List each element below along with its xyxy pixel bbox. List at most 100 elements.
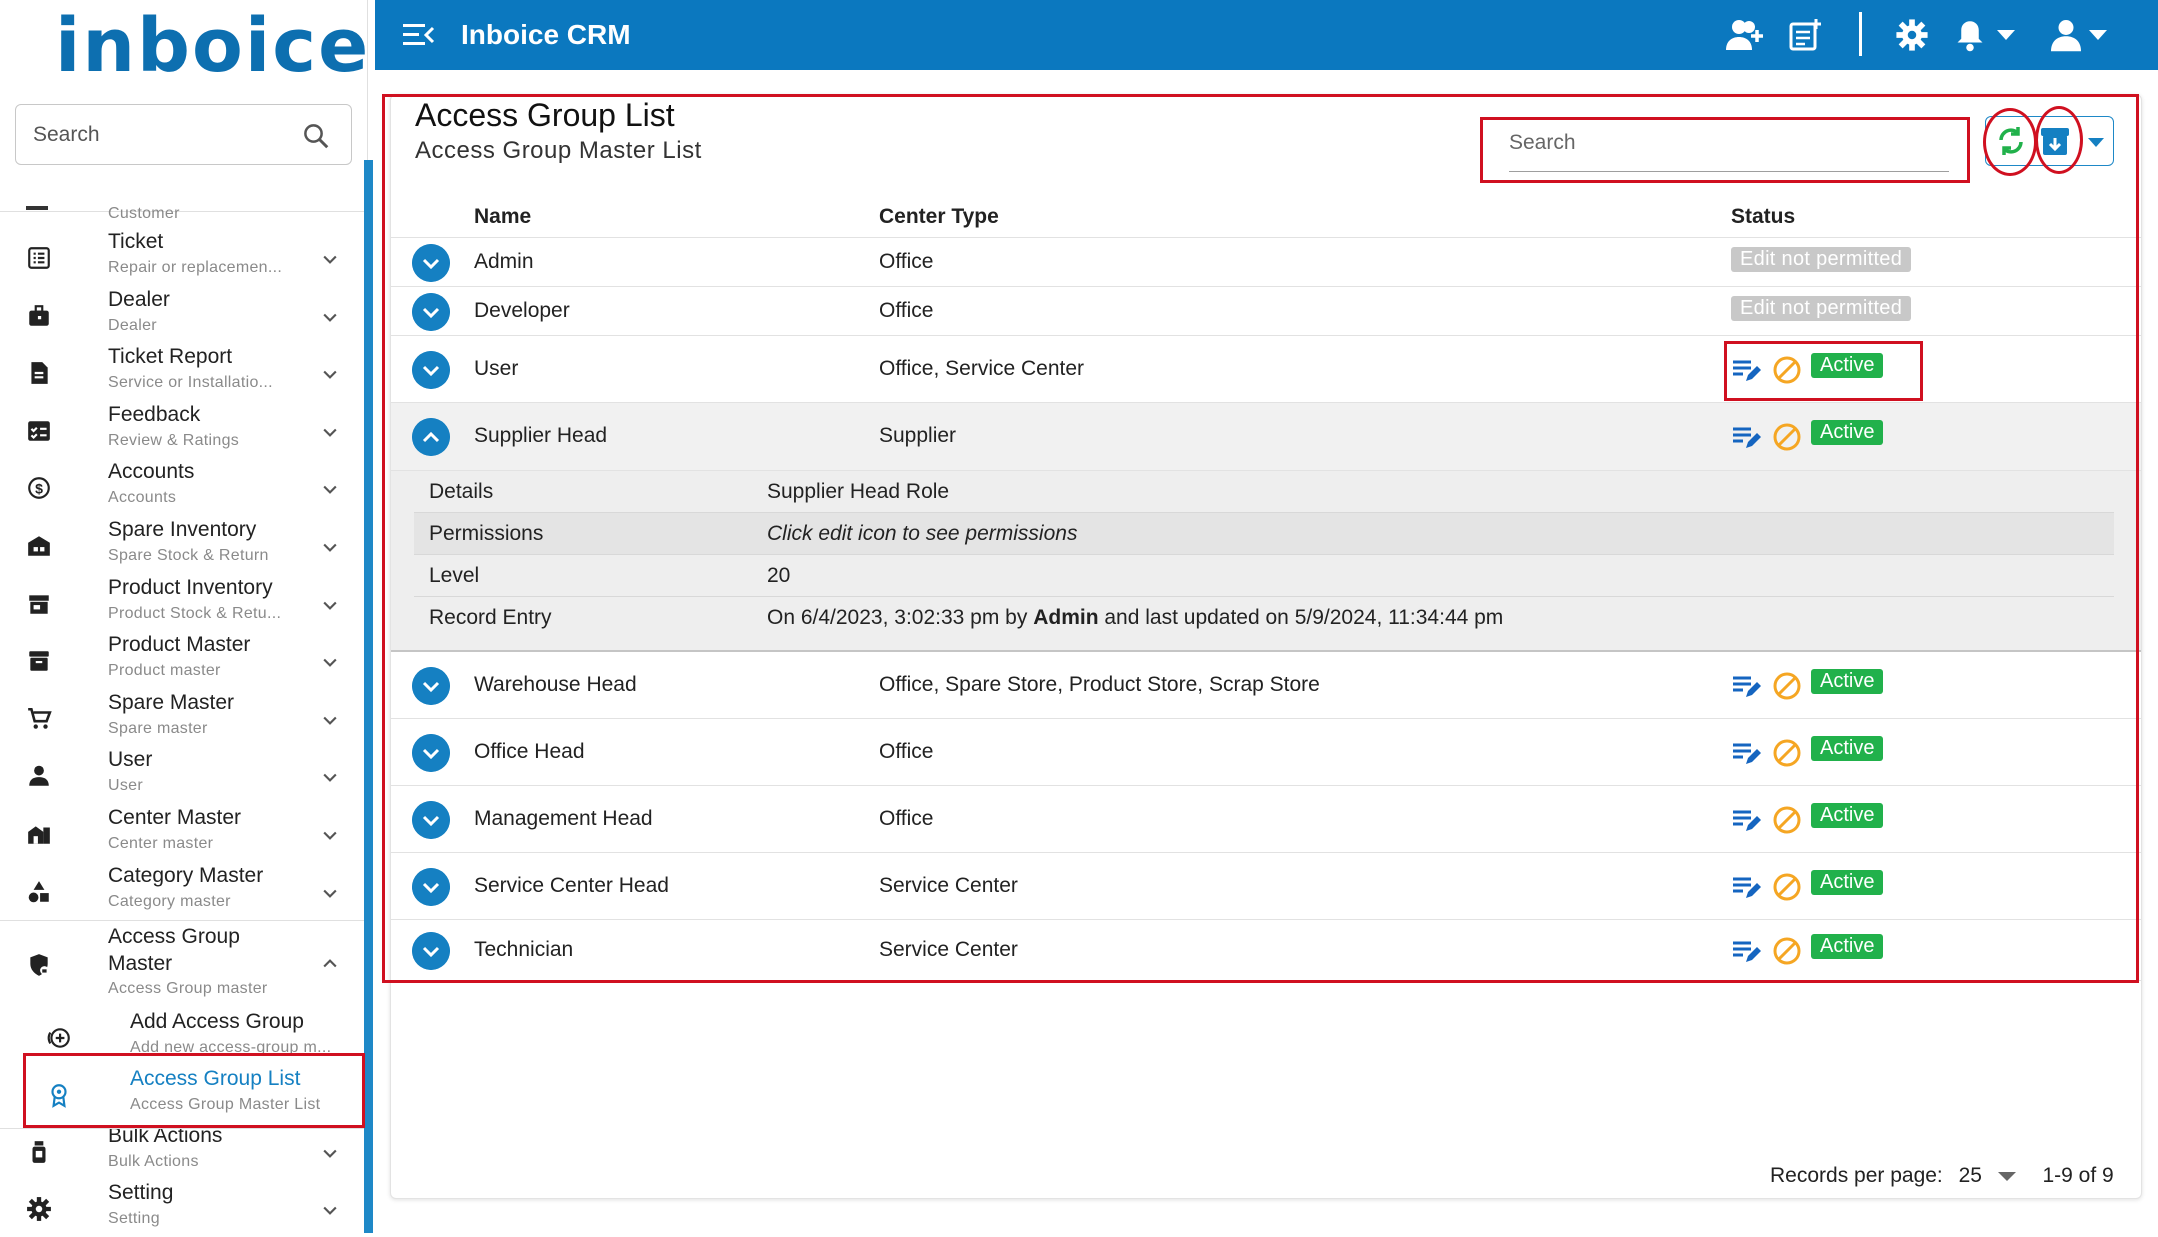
add-note-icon[interactable] [1788,18,1822,52]
sidebar-item-bulk-actions[interactable]: Bulk Actions Bulk Actions [0,1123,364,1180]
table-row[interactable]: Office Head Office Active [391,719,2141,786]
table-row[interactable]: Admin Office Edit not permitted [391,238,2141,287]
block-icon[interactable] [1772,355,1802,385]
detail-key: Details [429,480,494,503]
expand-row-icon[interactable] [412,931,450,970]
sidebar-item-sub: Access Group master [108,980,268,997]
sidebar-item-product-master[interactable]: Product Master Product master [0,632,364,689]
records-per-page-select[interactable]: 25 [1959,1164,2029,1188]
chevron-down-icon[interactable] [320,422,340,442]
chevron-down-icon[interactable] [320,595,340,615]
block-icon[interactable] [1772,805,1802,835]
notifications-dropdown-caret-icon[interactable] [1997,30,2015,42]
page-subtitle: Access Group Master List [415,137,702,164]
column-header-status[interactable]: Status [1731,205,1795,229]
sidebar-item-category-master[interactable]: Category Master Category master [0,863,364,920]
expand-row-icon[interactable] [412,418,450,456]
edit-list-icon[interactable] [1731,873,1761,901]
sidebar-item-add-access-group[interactable]: Add Access Group Add new access-group m.… [0,1009,364,1066]
chevron-down-icon[interactable] [320,883,340,903]
expand-row-icon[interactable] [412,733,450,772]
edit-list-icon[interactable] [1731,937,1761,965]
chevron-down-icon[interactable] [320,479,340,499]
detail-value: On 6/4/2023, 3:02:33 pm by Admin and las… [767,606,1503,630]
cell-name: Office Head [474,739,585,763]
table-row[interactable]: Technician Service Center Active [391,920,2141,981]
sidebar-scrollbar[interactable] [364,160,373,1233]
expand-row-icon[interactable] [412,350,450,389]
table-row[interactable]: Supplier Head Supplier Active [391,403,2141,471]
expand-row-icon[interactable] [412,243,450,282]
chevron-down-icon[interactable] [320,652,340,672]
sidebar-item-ticket-report[interactable]: Ticket Report Service or Installatio... [0,344,364,401]
chevron-down-icon[interactable] [320,249,340,269]
bell-icon[interactable] [1955,18,1985,52]
refresh-icon[interactable] [1988,120,2034,162]
edit-list-icon[interactable] [1731,356,1761,384]
table-row[interactable]: Developer Office Edit not permitted [391,287,2141,336]
chevron-down-icon[interactable] [320,307,340,327]
edit-list-icon[interactable] [1731,806,1761,834]
menu-collapse-icon[interactable] [403,22,435,48]
expand-row-icon[interactable] [412,867,450,906]
chevron-down-icon[interactable] [320,710,340,730]
add-user-icon[interactable] [1725,18,1765,52]
sidebar-item-center-master[interactable]: Center Master Center master [0,805,364,862]
table-row[interactable]: Service Center Head Service Center Active [391,853,2141,920]
sidebar-item-accounts[interactable]: $ Accounts Accounts [0,459,364,516]
chevron-down-icon[interactable] [320,1200,340,1220]
block-icon[interactable] [1772,422,1802,452]
sidebar-item-sub: Review & Ratings [108,432,240,449]
block-icon[interactable] [1772,738,1802,768]
table-row[interactable]: Warehouse Head Office, Spare Store, Produ… [391,652,2141,719]
sidebar-item-access-group-master[interactable]: Access Group Master Access Group master [0,924,364,1004]
chevron-up-icon[interactable] [320,954,340,974]
settings-icon[interactable] [1895,18,1929,52]
table-search-input[interactable]: Search [1509,128,1949,172]
block-icon[interactable] [1772,872,1802,902]
sidebar-search-input[interactable]: Search [15,104,352,165]
sidebar-item-ticket[interactable]: Ticket Repair or replacemen... [0,229,364,286]
block-icon[interactable] [1772,671,1802,701]
sidebar-item-feedback[interactable]: Feedback Review & Ratings [0,402,364,459]
cart-icon [28,707,52,729]
add-circle-icon [47,1028,70,1048]
expand-row-icon[interactable] [412,292,450,331]
sidebar-item-setting[interactable]: Setting Setting [0,1180,364,1237]
archive-icon [29,651,49,671]
sidebar-item-dealer[interactable]: Dealer Dealer [0,287,364,344]
column-header-center-type[interactable]: Center Type [879,205,999,229]
search-icon[interactable] [301,121,331,151]
column-header-name[interactable]: Name [474,205,531,229]
table-row[interactable]: User Office, Service Center Active [391,336,2141,403]
expand-row-icon[interactable] [412,666,450,705]
account-dropdown-caret-icon[interactable] [2089,30,2107,42]
chevron-down-icon[interactable] [2082,128,2110,156]
sidebar-item-label: Accounts [108,460,195,483]
sidebar-item-product-inventory[interactable]: Product Inventory Product Stock & Retu... [0,575,364,632]
row-details-panel: Details Supplier Head Role Permissions C… [391,471,2141,652]
block-icon[interactable] [1772,936,1802,966]
sidebar-item-sub: User [108,777,143,794]
chevron-down-icon[interactable] [320,537,340,557]
download-icon[interactable] [2034,120,2076,162]
chevron-down-icon[interactable] [320,364,340,384]
edit-list-icon[interactable] [1731,739,1761,767]
chevron-down-icon[interactable] [320,1143,340,1163]
chevron-down-icon[interactable] [320,767,340,787]
sidebar-item-customer[interactable]: Customer [0,200,364,226]
sidebar-item-label: Product Master [108,633,251,656]
table-row[interactable]: Management Head Office Active [391,786,2141,853]
chevron-down-icon[interactable] [320,825,340,845]
detail-key: Level [429,564,480,587]
sidebar-item-spare-inventory[interactable]: Spare Inventory Spare Stock & Return [0,517,364,574]
edit-list-icon[interactable] [1731,423,1761,451]
account-icon[interactable] [2051,18,2081,52]
sidebar-item-access-group-list[interactable]: Access Group List Access Group Master Li… [0,1066,364,1123]
chevron-down-icon[interactable] [1997,1170,2016,1182]
expand-row-icon[interactable] [412,800,450,839]
sidebar-item-user[interactable]: User User [0,747,364,804]
currency-exchange-icon: $ [28,477,50,499]
edit-list-icon[interactable] [1731,672,1761,700]
sidebar-item-spare-master[interactable]: Spare Master Spare master [0,690,364,747]
